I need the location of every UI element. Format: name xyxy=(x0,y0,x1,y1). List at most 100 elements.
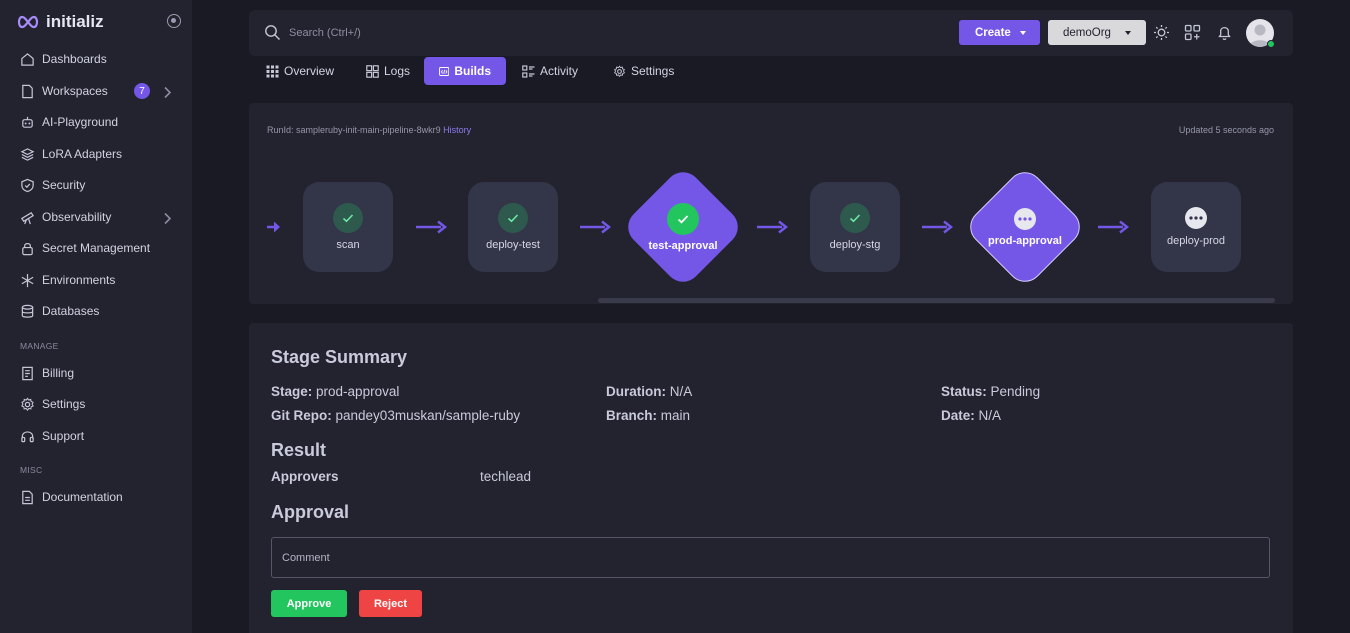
tab-label: Settings xyxy=(631,64,675,78)
field-label: Branch: xyxy=(606,408,658,423)
online-status-dot xyxy=(1267,40,1275,48)
check-icon xyxy=(498,203,528,233)
field-label: Status: xyxy=(941,384,987,399)
sidebar-item-dashboards[interactable]: Dashboards xyxy=(20,48,170,70)
horizontal-scrollbar[interactable] xyxy=(598,298,1275,303)
brand-logo[interactable]: initializ xyxy=(16,11,104,33)
sidebar: initializ Dashboards Workspaces 7 AI-Pla… xyxy=(0,0,192,633)
search-icon xyxy=(265,25,280,40)
layout-grid-icon xyxy=(366,64,379,78)
field-value: main xyxy=(660,408,691,423)
robot-icon xyxy=(22,116,33,128)
check-icon xyxy=(666,202,699,235)
sidebar-item-documentation[interactable]: Documentation xyxy=(20,486,170,508)
sidebar-item-label: AI-Playground xyxy=(42,115,119,129)
approve-button[interactable]: Approve xyxy=(271,590,347,617)
sidebar-item-label: Documentation xyxy=(42,490,123,504)
sun-icon[interactable] xyxy=(1153,24,1170,41)
run-id: RunId: sampleruby-init-main-pipeline-8wk… xyxy=(267,125,471,135)
sidebar-item-label: Billing xyxy=(42,366,75,380)
tab-activity[interactable]: Activity xyxy=(518,57,582,85)
home-icon xyxy=(21,52,34,66)
field-label: Duration: xyxy=(606,384,666,399)
sidebar-item-label: Settings xyxy=(42,397,86,411)
apps-add-icon[interactable] xyxy=(1184,24,1201,41)
sidebar-item-secret-management[interactable]: Secret Management xyxy=(20,237,170,259)
field-stage: Stage: prod-approval xyxy=(271,384,399,399)
field-value: pandey03muskan/sample-ruby xyxy=(335,408,521,423)
shield-icon xyxy=(21,178,34,192)
pipeline-stage-scan[interactable]: scan xyxy=(303,182,393,272)
field-label: Date: xyxy=(941,408,975,423)
field-branch: Branch: main xyxy=(606,408,690,423)
sidebar-item-billing[interactable]: Billing xyxy=(20,362,170,384)
stage-label: deploy-test xyxy=(486,239,540,251)
pipeline-stage-test-approval[interactable]: test-approval xyxy=(620,164,746,290)
arrow-right-icon xyxy=(416,220,447,234)
tab-builds[interactable]: Builds xyxy=(424,57,506,85)
history-link[interactable]: History xyxy=(443,125,471,135)
sidebar-item-label: Secret Management xyxy=(42,241,151,255)
field-value: N/A xyxy=(978,408,1002,423)
sidebar-item-label: Environments xyxy=(42,273,116,287)
sidebar-item-security[interactable]: Security xyxy=(20,174,170,196)
sidebar-item-workspaces[interactable]: Workspaces 7 xyxy=(20,80,172,102)
sidebar-item-support[interactable]: Support xyxy=(20,425,170,447)
pipeline-panel: RunId: sampleruby-init-main-pipeline-8wk… xyxy=(249,103,1293,304)
org-selector[interactable]: demoOrg xyxy=(1048,20,1146,45)
stage-summary-panel: Stage Summary Stage: prod-approval Durat… xyxy=(249,323,1293,633)
telescope-icon xyxy=(21,211,34,224)
pipeline-stage-prod-approval[interactable]: prod-approval xyxy=(962,164,1088,290)
chevron-right-icon xyxy=(164,86,172,99)
tab-overview[interactable]: Overview xyxy=(262,57,338,85)
sidebar-item-settings[interactable]: Settings xyxy=(20,393,170,415)
pipeline-stage-deploy-prod[interactable]: deploy-prod xyxy=(1151,182,1241,272)
brand-name: initializ xyxy=(46,12,104,31)
field-value: prod-approval xyxy=(316,384,400,399)
caret-down-icon xyxy=(1125,31,1131,35)
caret-down-icon xyxy=(1020,31,1026,35)
more-dots-icon xyxy=(1185,207,1207,229)
field-label: Approvers xyxy=(271,469,339,484)
field-duration: Duration: N/A xyxy=(606,384,692,399)
layers-icon xyxy=(20,147,35,161)
field-label: Stage: xyxy=(271,384,313,399)
sidebar-item-databases[interactable]: Databases xyxy=(20,300,170,322)
sidebar-item-label: Support xyxy=(42,429,85,443)
tab-logs[interactable]: Logs xyxy=(362,57,414,85)
field-date: Date: N/A xyxy=(941,408,1001,423)
pipeline-stage-deploy-stg[interactable]: deploy-stg xyxy=(810,182,900,272)
search-input[interactable] xyxy=(289,23,589,43)
result-title: Result xyxy=(271,440,327,460)
sidebar-item-observability[interactable]: Observability xyxy=(20,206,172,228)
top-bar: Create demoOrg xyxy=(249,10,1293,56)
arrow-right-icon xyxy=(1098,220,1129,234)
comment-input[interactable] xyxy=(271,537,1270,578)
sidebar-collapse-icon[interactable] xyxy=(167,14,181,28)
sidebar-item-label: Databases xyxy=(42,304,100,318)
field-label: Git Repo: xyxy=(271,408,332,423)
sidebar-item-lora-adapters[interactable]: LoRA Adapters xyxy=(20,143,170,165)
reject-button[interactable]: Reject xyxy=(359,590,422,617)
tab-settings[interactable]: Settings xyxy=(609,57,678,85)
approval-title: Approval xyxy=(271,502,350,522)
check-icon xyxy=(333,203,363,233)
stage-label: deploy-stg xyxy=(829,239,881,251)
create-button[interactable]: Create xyxy=(959,20,1040,45)
tab-label: Overview xyxy=(284,64,335,78)
chevron-right-icon xyxy=(164,212,172,225)
sidebar-item-ai-playground[interactable]: AI-Playground xyxy=(20,111,170,133)
approvers-value: techlead xyxy=(480,469,532,484)
pipeline-stage-deploy-test[interactable]: deploy-test xyxy=(468,182,558,272)
grid-dots-icon xyxy=(266,65,279,77)
sidebar-item-environments[interactable]: Environments xyxy=(20,269,170,291)
field-value: N/A xyxy=(669,384,693,399)
arrow-right-icon xyxy=(922,220,953,234)
infinity-logo-icon xyxy=(17,15,39,29)
list-details-icon xyxy=(522,64,535,78)
bell-icon[interactable] xyxy=(1216,24,1233,41)
org-selector-label: demoOrg xyxy=(1063,26,1111,39)
arrow-right-icon xyxy=(267,221,280,233)
database-icon xyxy=(21,304,34,318)
workspaces-count-badge: 7 xyxy=(134,83,150,99)
